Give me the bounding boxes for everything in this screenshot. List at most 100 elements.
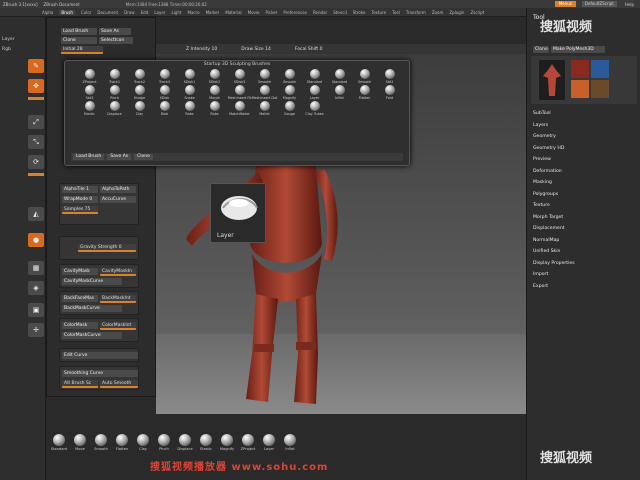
gravity-strength-slider[interactable]: Gravity Strength 0 xyxy=(78,244,136,252)
tool-section-normalmap[interactable]: NormalMap xyxy=(533,238,559,243)
smoothing-curve-button[interactable]: Smoothing Curve xyxy=(62,370,138,377)
menu-edit[interactable]: Edit xyxy=(141,10,149,15)
tool-thumb-2[interactable] xyxy=(571,60,589,78)
brush-displace[interactable]: Displace xyxy=(102,101,127,117)
script-button[interactable]: DefaultZScript xyxy=(581,1,617,7)
brush-smooth[interactable]: Smooth xyxy=(252,69,277,85)
tool-thumb-alphabr[interactable] xyxy=(591,60,609,78)
brush-elastic[interactable]: Elastic xyxy=(77,101,102,117)
color-mask-button[interactable]: ColorMask xyxy=(62,322,98,329)
tool-section-masking[interactable]: Masking xyxy=(533,180,552,185)
alt-brush-slider[interactable]: Alt Brush Sc xyxy=(62,380,98,388)
cavity-mask-button[interactable]: CavityMask xyxy=(62,268,98,275)
help-button[interactable]: Help xyxy=(623,2,640,7)
brush-blob[interactable]: Blob xyxy=(152,101,177,117)
menu-render[interactable]: Render xyxy=(313,10,327,15)
tool-thumb-simplebr[interactable] xyxy=(571,80,589,98)
material-button[interactable]: ● xyxy=(28,233,44,247)
auto-smooth-slider[interactable]: Auto Smooth xyxy=(100,380,138,388)
color-mask-int-slider[interactable]: ColorMaskInt xyxy=(100,322,136,330)
local-button[interactable]: ◈ xyxy=(28,281,44,295)
shelf-brush-zproject[interactable]: ZProject xyxy=(239,434,257,458)
menu-preferences[interactable]: Preferences xyxy=(283,10,307,15)
samples-slider[interactable]: Samples 75 xyxy=(62,206,98,214)
popup-save-as-button[interactable]: Save As xyxy=(107,154,132,160)
brush-smooth[interactable]: Smooth xyxy=(277,69,302,85)
menu-macro[interactable]: Macro xyxy=(187,10,199,15)
brush-std2[interactable]: Std2 xyxy=(377,69,402,85)
brush-nudge[interactable]: Nudge xyxy=(127,85,152,101)
menu-document[interactable]: Document xyxy=(97,10,118,15)
brush-magnify[interactable]: Magnify xyxy=(277,85,302,101)
menu-alpha[interactable]: Alpha xyxy=(42,10,53,15)
tool-section-geometry[interactable]: Geometry xyxy=(533,134,556,139)
back-face-mask-button[interactable]: BackFaceMas xyxy=(62,295,98,302)
floor-button[interactable]: ▦ xyxy=(28,261,44,275)
brush-meshinsert-fit[interactable]: MeshInsert Fit xyxy=(227,85,252,101)
popup-load-brush-button[interactable]: Load Brush xyxy=(73,154,105,160)
alpha-to-path-button[interactable]: AlphaToPath xyxy=(100,186,136,193)
brush-sdisk3[interactable]: SDisk3 xyxy=(227,69,252,85)
edit-curve-button[interactable]: Edit Curve xyxy=(62,352,138,359)
brush-mallet[interactable]: Mallet xyxy=(252,101,277,117)
brush-sdisk2[interactable]: SDisk2 xyxy=(202,69,227,85)
tool-section-deformation[interactable]: Deformation xyxy=(533,169,562,174)
tool-section-polygroups[interactable]: Polygroups xyxy=(533,192,558,197)
brush-sdisk[interactable]: SDisk xyxy=(152,85,177,101)
menu-zplugin[interactable]: Zplugin xyxy=(449,10,464,15)
brush-smooth[interactable]: Smooth xyxy=(352,69,377,85)
menu-brush[interactable]: Brush xyxy=(59,9,75,15)
menu-zscript[interactable]: Zscript xyxy=(470,10,484,15)
menu-movie[interactable]: Movie xyxy=(248,10,260,15)
cavity-mask-curve-button[interactable]: CavityMaskCurve xyxy=(62,278,122,285)
draw-mode-button[interactable]: ✥ xyxy=(28,79,44,93)
menu-color[interactable]: Color xyxy=(81,10,91,15)
brush-clay[interactable]: Clay xyxy=(127,101,152,117)
persp-button[interactable]: ◭ xyxy=(28,207,44,221)
menu-zoom[interactable]: Zoom xyxy=(432,10,444,15)
brush-gouge[interactable]: Gouge xyxy=(277,101,302,117)
frame-button[interactable]: ▣ xyxy=(28,303,44,317)
rotate-button[interactable]: ⟳ xyxy=(28,155,44,169)
tool-section-subtool[interactable]: SubTool xyxy=(533,111,551,116)
shelf-brush-displace[interactable]: Displace xyxy=(176,434,194,458)
shelf-brush-layer[interactable]: Layer xyxy=(260,434,278,458)
tool-section-display-properties[interactable]: Display Properties xyxy=(533,261,575,266)
cavity-mask-int-slider[interactable]: CavityMaskIn xyxy=(100,268,136,276)
menu-material[interactable]: Material xyxy=(225,10,241,15)
tool-section-layers[interactable]: Layers xyxy=(533,123,548,128)
z-intensity-slider[interactable]: Z Intensity 10 xyxy=(186,47,217,52)
tool-section-export[interactable]: Export xyxy=(533,284,548,289)
menu-stroke[interactable]: Stroke xyxy=(353,10,366,15)
edit-mode-button[interactable]: ✎ xyxy=(28,59,44,73)
brush-rake[interactable]: Rake xyxy=(177,101,202,117)
shelf-brush-flatten[interactable]: Flatten xyxy=(113,434,131,458)
shelf-brush-pinch[interactable]: Pinch xyxy=(155,434,173,458)
brush-track1[interactable]: Track1 xyxy=(102,69,127,85)
brush-sdisk1[interactable]: SDisk1 xyxy=(177,69,202,85)
select-icon-button[interactable]: SelectIcon xyxy=(99,37,133,44)
tool-section-geometry-hd[interactable]: Geometry HD xyxy=(533,146,564,151)
tool-clone-button[interactable]: Clone xyxy=(533,46,549,53)
brush-inflat[interactable]: Inflat xyxy=(327,85,352,101)
shelf-brush-move[interactable]: Move xyxy=(71,434,89,458)
tool-section-displacement[interactable]: Displacement xyxy=(533,226,565,231)
tool-thumb-eraserbr[interactable] xyxy=(591,80,609,98)
menu-texture[interactable]: Texture xyxy=(371,10,386,15)
brush-snake[interactable]: Snake xyxy=(177,85,202,101)
tool-section-morph-target[interactable]: Morph Target xyxy=(533,215,563,220)
xyz-button[interactable]: ✛ xyxy=(28,323,44,337)
menu-light[interactable]: Light xyxy=(171,10,181,15)
back-mask-int-slider[interactable]: BackMaskInt xyxy=(100,295,136,303)
clone-button[interactable]: Clone xyxy=(61,37,97,44)
shelf-brush-magnify[interactable]: Magnify xyxy=(218,434,236,458)
draw-size-slider[interactable]: Draw Size 14 xyxy=(241,47,271,52)
shelf-brush-elastic[interactable]: Elastic xyxy=(197,434,215,458)
tool-section-import[interactable]: Import xyxy=(533,272,548,277)
shelf-brush-standard[interactable]: Standard xyxy=(50,434,68,458)
brush-clay-tubes[interactable]: Clay Tubes xyxy=(302,101,327,117)
brush-meshinsert-dot[interactable]: MeshInsert Dot xyxy=(252,85,277,101)
tool-section-texture[interactable]: Texture xyxy=(533,203,550,208)
shelf-brush-smooth[interactable]: Smooth xyxy=(92,434,110,458)
scale-button[interactable]: ⤡ xyxy=(28,135,44,149)
